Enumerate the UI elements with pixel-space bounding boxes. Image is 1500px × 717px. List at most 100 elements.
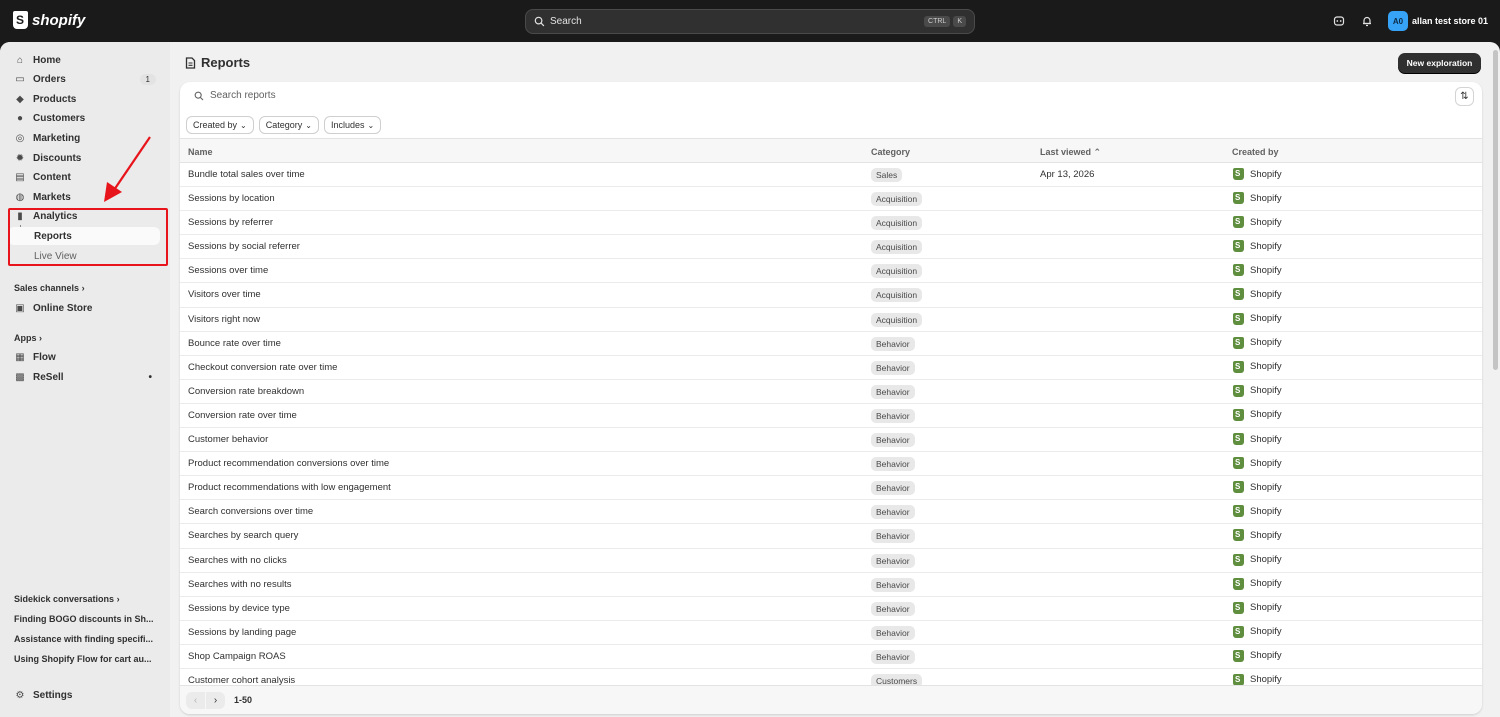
- report-name[interactable]: Product recommendations with low engagem…: [188, 482, 391, 493]
- report-name[interactable]: Sessions by device type: [188, 603, 290, 614]
- store-menu[interactable]: A0 allan test store 01: [1387, 11, 1488, 31]
- report-name[interactable]: Shop Campaign ROAS: [188, 651, 286, 662]
- table-row[interactable]: Shop Campaign ROAS Behavior Shopify: [180, 645, 1482, 669]
- sidebar-item-resell[interactable]: ▩ ReSell •: [8, 368, 160, 386]
- table-row[interactable]: Sessions by social referrer Acquisition Sh…: [180, 235, 1482, 260]
- avatar: A0: [1387, 11, 1408, 31]
- table-row[interactable]: Searches with no results Behavior Shopify: [180, 573, 1482, 597]
- report-name[interactable]: Bundle total sales over time: [188, 169, 305, 180]
- new-exploration-button[interactable]: New exploration: [1398, 53, 1481, 73]
- report-name[interactable]: Checkout conversion rate over time: [188, 362, 337, 373]
- table-row[interactable]: Searches with no clicks Behavior Shopify: [180, 549, 1482, 573]
- column-header-last-viewed[interactable]: Last viewed ⌃: [1040, 147, 1101, 158]
- chevron-down-icon: ⌄: [367, 120, 375, 130]
- bell-icon[interactable]: [1360, 14, 1374, 28]
- sidekick-conversation[interactable]: Finding BOGO discounts in Sh...: [14, 614, 164, 624]
- filter-created-by[interactable]: Created by ⌄: [186, 116, 254, 134]
- page-scrollbar[interactable]: [1493, 50, 1498, 370]
- filter-category[interactable]: Category ⌄: [258, 116, 319, 134]
- apps-header[interactable]: Apps ›: [14, 333, 42, 343]
- next-page-button[interactable]: ›: [206, 692, 225, 709]
- table-row[interactable]: Sessions over time Acquisition Shopify: [180, 259, 1482, 284]
- column-header-created-by[interactable]: Created by: [1232, 147, 1279, 157]
- sidekick-icon[interactable]: [1332, 14, 1346, 28]
- table-row[interactable]: Visitors right now Acquisition Shopify: [180, 308, 1482, 332]
- sidebar-item-orders[interactable]: ▭ Orders 1: [8, 70, 160, 88]
- gear-icon: ⚙: [15, 689, 25, 701]
- column-header-name[interactable]: Name: [188, 147, 213, 157]
- table-row[interactable]: Conversion rate over time Behavior Shopify: [180, 404, 1482, 429]
- sort-button[interactable]: ⇅: [1455, 87, 1474, 106]
- table-row[interactable]: Search conversions over time Behavior Shop…: [180, 500, 1482, 525]
- sidebar-item-settings[interactable]: ⚙ Settings: [8, 686, 160, 704]
- reports-search-input[interactable]: Search reports: [194, 90, 276, 101]
- resell-icon: ▩: [15, 371, 25, 383]
- previous-page-button[interactable]: ‹: [186, 692, 205, 709]
- shopify-bag-icon: [1233, 360, 1244, 373]
- report-name[interactable]: Searches by search query: [188, 530, 298, 541]
- report-name[interactable]: Product recommendation conversions over …: [188, 458, 389, 469]
- filter-label: Category: [265, 120, 303, 130]
- sidebar-item-customers[interactable]: ● Customers: [8, 109, 160, 127]
- more-dot-icon[interactable]: •: [148, 372, 152, 383]
- report-name[interactable]: Visitors over time: [188, 289, 261, 300]
- report-name[interactable]: Searches with no results: [188, 579, 292, 590]
- chevron-right-icon: ›: [116, 594, 120, 604]
- table-row[interactable]: Product recommendation conversions over …: [180, 452, 1482, 477]
- report-name[interactable]: Customer behavior: [188, 434, 268, 445]
- sidebar-label-discounts: Discounts: [33, 152, 82, 164]
- created-by-name: Shopify: [1250, 192, 1282, 204]
- category-badge: Behavior: [871, 433, 915, 448]
- table-row[interactable]: Bounce rate over time Behavior Shopify: [180, 332, 1482, 356]
- report-name[interactable]: Conversion rate breakdown: [188, 386, 304, 397]
- sidebar-item-home[interactable]: ⌂ Home: [8, 51, 160, 69]
- content-icon: ▤: [15, 171, 25, 183]
- report-name[interactable]: Conversion rate over time: [188, 410, 297, 421]
- sidekick-header[interactable]: Sidekick conversations ›: [14, 594, 120, 604]
- sidekick-label: Sidekick conversations: [14, 594, 115, 604]
- table-row[interactable]: Sessions by device type Behavior Shopify: [180, 597, 1482, 621]
- sidekick-conversation[interactable]: Assistance with finding specifi...: [14, 634, 164, 644]
- table-row[interactable]: Sessions by location Acquisition Shopify: [180, 187, 1482, 212]
- table-row[interactable]: Product recommendations with low engagem…: [180, 476, 1482, 501]
- table-row[interactable]: Visitors over time Acquisition Shopify: [180, 283, 1482, 308]
- shopify-logo[interactable]: shopify: [13, 11, 85, 29]
- sidebar-item-products[interactable]: ◆ Products: [8, 90, 160, 108]
- report-name[interactable]: Searches with no clicks: [188, 555, 287, 566]
- filter-includes[interactable]: Includes ⌄: [323, 116, 382, 134]
- report-name[interactable]: Sessions by social referrer: [188, 241, 300, 252]
- created-by: Shopify: [1233, 481, 1282, 494]
- report-name[interactable]: Search conversions over time: [188, 506, 313, 517]
- table-row[interactable]: Sessions by referrer Acquisition Shopify: [180, 211, 1482, 236]
- created-by: Shopify: [1233, 264, 1282, 277]
- category-badge: Behavior: [871, 336, 915, 351]
- global-search[interactable]: Search CTRL K: [525, 9, 975, 34]
- table-row[interactable]: Bundle total sales over time Sales Apr 13,…: [180, 163, 1482, 188]
- table-row[interactable]: Sessions by landing page Behavior Shopify: [180, 621, 1482, 645]
- sidebar-item-online-store[interactable]: ▣ Online Store: [8, 299, 160, 317]
- created-by: Shopify: [1233, 649, 1282, 662]
- created-by: Shopify: [1233, 577, 1282, 590]
- table-row[interactable]: Conversion rate breakdown Behavior Shopify: [180, 380, 1482, 404]
- shopify-bag-icon: [1233, 192, 1244, 205]
- table-row[interactable]: Checkout conversion rate over time Behavi…: [180, 356, 1482, 380]
- kbd-ctrl: CTRL: [924, 16, 951, 27]
- table-row[interactable]: Searches by search query Behavior Shopify: [180, 524, 1482, 549]
- report-name[interactable]: Sessions over time: [188, 265, 268, 276]
- category-badge: Acquisition: [871, 288, 923, 303]
- report-name[interactable]: Visitors right now: [188, 314, 260, 325]
- sales-channels-header[interactable]: Sales channels ›: [14, 283, 85, 293]
- report-name[interactable]: Sessions by location: [188, 193, 275, 204]
- sidebar-item-flow[interactable]: ▦ Flow: [8, 348, 160, 366]
- category-badge: Behavior: [871, 481, 915, 496]
- sidekick-conversation[interactable]: Using Shopify Flow for cart au...: [14, 654, 164, 664]
- report-name[interactable]: Sessions by referrer: [188, 217, 273, 228]
- report-name[interactable]: Sessions by landing page: [188, 627, 296, 638]
- table-row[interactable]: Customer behavior Behavior Shopify: [180, 428, 1482, 453]
- column-header-category[interactable]: Category: [871, 147, 910, 157]
- filter-label: Includes: [330, 120, 365, 130]
- sort-ascending-icon: ⌃: [1093, 147, 1102, 157]
- report-name[interactable]: Bounce rate over time: [188, 338, 281, 349]
- sidebar-label-resell: ReSell: [33, 371, 64, 383]
- created-by-name: Shopify: [1250, 240, 1282, 252]
